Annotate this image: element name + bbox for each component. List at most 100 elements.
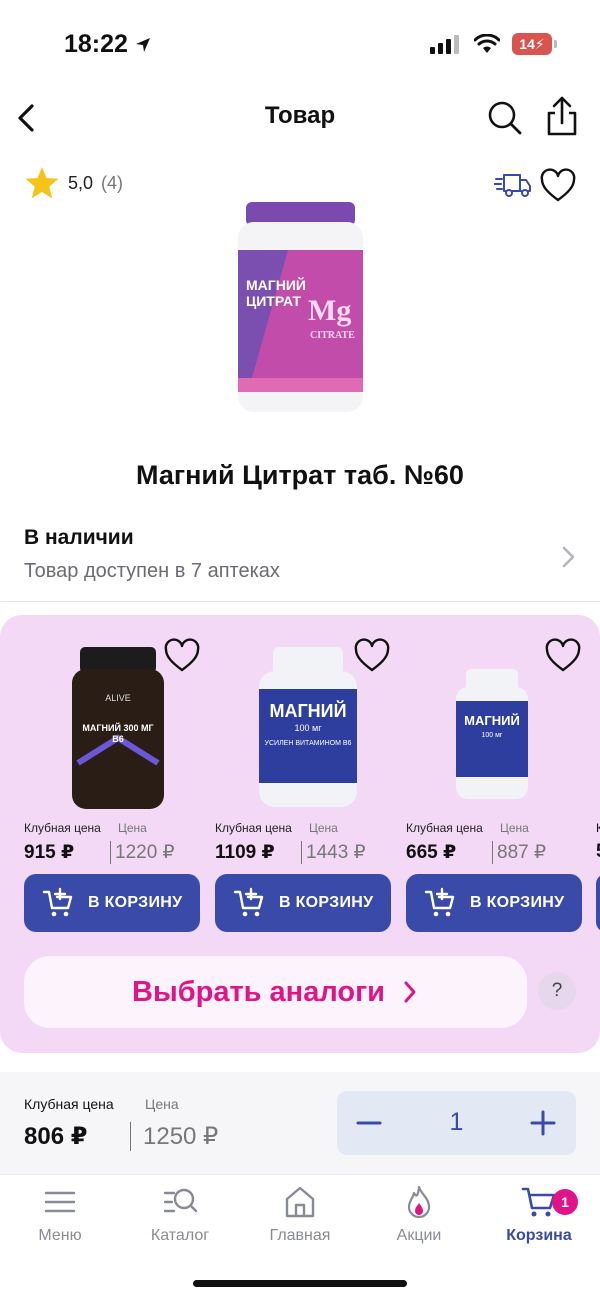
add-to-cart-label: В КОРЗИНУ xyxy=(470,894,565,911)
svg-text:МАГНИЙ: МАГНИЙ xyxy=(246,276,306,293)
availability-row[interactable]: В наличии Товар доступен в 7 аптеках xyxy=(0,520,600,602)
star-icon xyxy=(25,167,59,199)
reviews-count: (4) xyxy=(101,172,124,193)
product-title: Магний Цитрат таб. №60 xyxy=(136,460,464,490)
promo-flame-icon xyxy=(407,1185,431,1219)
svg-text:МАГНИЙ 300 МГ: МАГНИЙ 300 МГ xyxy=(82,722,153,733)
tab-cart[interactable]: Корзина 1 xyxy=(484,1185,594,1245)
price-row: 1109 ₽ 1443 ₽ xyxy=(215,841,395,864)
svg-text:МАГНИЙ: МАГНИЙ xyxy=(464,713,520,728)
add-to-cart-label: В КОРЗИНУ xyxy=(88,894,183,911)
cart-plus-icon xyxy=(424,887,455,917)
cart-badge: 1 xyxy=(552,1189,578,1215)
rating-value: 5,0 xyxy=(68,172,94,193)
svg-text:CITRATE: CITRATE xyxy=(310,330,355,341)
home-indicator[interactable] xyxy=(193,1280,407,1287)
add-to-cart-button[interactable]: В КОРЗИНУ xyxy=(24,874,200,932)
heart-icon[interactable] xyxy=(544,637,582,675)
share-button[interactable] xyxy=(542,94,582,140)
club-price-label: Клубная цена xyxy=(406,821,483,835)
delivery-truck-icon[interactable] xyxy=(494,170,532,200)
analog-product-image[interactable]: АLIVE МАГНИЙ 300 МГ B6 xyxy=(68,643,168,813)
regular-price-label: Цена xyxy=(118,821,147,835)
search-icon xyxy=(488,101,522,135)
svg-text:100 мг: 100 мг xyxy=(295,723,323,733)
regular-price-label: Цена xyxy=(145,1096,179,1112)
help-button[interactable]: ? xyxy=(538,972,576,1010)
battery-charging-icon: 14 ⚡ xyxy=(512,33,557,55)
club-price: 1109 ₽ xyxy=(215,842,275,863)
chevron-right-icon xyxy=(404,981,416,1003)
tab-home[interactable]: Главная xyxy=(245,1185,355,1245)
catalog-icon xyxy=(163,1188,198,1213)
availability-title: В наличии xyxy=(24,526,134,549)
add-to-cart-button[interactable]: В КОРЗИНУ xyxy=(215,874,391,932)
regular-price: 1250 ₽ xyxy=(130,1122,218,1151)
analog-product-image[interactable]: МАГНИЙ 100 мг xyxy=(452,667,532,803)
product-image[interactable]: МАГНИЙ ЦИТРАТ Mg CITRATE xyxy=(228,200,373,418)
club-price-label: Клубная цена xyxy=(215,821,292,835)
status-icons: 14 ⚡ xyxy=(430,33,557,55)
tab-label: Корзина xyxy=(506,1227,572,1244)
analog-card[interactable]: МАГНИЙ 100 мг УСИЛЕН ВИТАМИНОМ B6 Клубна… xyxy=(215,615,395,935)
price-row: 665 ₽ 887 ₽ xyxy=(406,841,586,864)
partial-card-label: К xyxy=(596,821,600,835)
heart-icon[interactable] xyxy=(539,167,577,205)
price-labels: Клубная цена Цена xyxy=(24,821,147,835)
heart-icon[interactable] xyxy=(353,637,391,675)
rating[interactable]: 5,0 (4) xyxy=(24,166,123,200)
tab-label: Каталог xyxy=(150,1227,210,1244)
regular-price-label: Цена xyxy=(309,821,338,835)
regular-price-label: Цена xyxy=(500,821,529,835)
tab-catalog[interactable]: Каталог xyxy=(125,1185,235,1245)
price-labels: Клубная цена Цена xyxy=(215,821,338,835)
regular-price: 1443 ₽ xyxy=(301,841,366,864)
club-price: 665 ₽ xyxy=(406,842,457,863)
svg-text:УСИЛЕН ВИТАМИНОМ B6: УСИЛЕН ВИТАМИНОМ B6 xyxy=(265,740,352,747)
tab-label: Акции xyxy=(396,1227,442,1244)
svg-text:АLIVE: АLIVE xyxy=(105,693,131,703)
club-price: 806 ₽ xyxy=(24,1123,88,1150)
price-labels: Клубная цена Цена xyxy=(24,1096,179,1112)
analogs-section: АLIVE МАГНИЙ 300 МГ B6 Клубная цена Цена… xyxy=(0,615,600,1053)
cart-plus-icon xyxy=(233,887,264,917)
partial-card-price: 5 xyxy=(596,841,600,863)
add-to-cart-label: В КОРЗИНУ xyxy=(279,894,374,911)
tab-menu[interactable]: Меню xyxy=(5,1185,115,1245)
club-price: 915 ₽ xyxy=(24,842,75,863)
share-icon xyxy=(547,96,577,136)
regular-price: 887 ₽ xyxy=(492,841,546,864)
availability-subtitle: Товар доступен в 7 аптеках xyxy=(24,560,280,582)
menu-icon xyxy=(44,1191,76,1213)
analog-card[interactable]: АLIVE МАГНИЙ 300 МГ B6 Клубная цена Цена… xyxy=(24,615,204,935)
status-time: 18:22 xyxy=(64,30,151,59)
choose-analogs-button[interactable]: Выбрать аналоги xyxy=(24,956,527,1028)
wifi-icon xyxy=(474,34,500,53)
header: Товар xyxy=(0,90,600,145)
club-price-label: Клубная цена xyxy=(24,821,101,835)
tab-promotions[interactable]: Акции xyxy=(364,1185,474,1245)
heart-icon[interactable] xyxy=(163,637,201,675)
tab-label: Главная xyxy=(269,1227,331,1244)
time-text: 18:22 xyxy=(64,30,128,58)
club-price-label: Клубная цена xyxy=(24,1096,114,1112)
location-arrow-icon xyxy=(135,38,150,52)
add-to-cart-button[interactable]: В КОРЗИНУ xyxy=(406,874,582,932)
cart-plus-icon xyxy=(42,887,73,917)
svg-text:МАГНИЙ: МАГНИЙ xyxy=(269,700,346,721)
quantity-stepper: 1 xyxy=(337,1091,576,1155)
svg-text:Mg: Mg xyxy=(308,294,351,327)
chevron-right-icon xyxy=(562,546,575,568)
partial-add-to-cart-button[interactable] xyxy=(596,874,600,932)
svg-text:B6: B6 xyxy=(112,734,124,744)
analog-card[interactable]: МАГНИЙ 100 мг Клубная цена Цена 665 ₽ 88… xyxy=(406,615,586,935)
price-row: 915 ₽ 1220 ₽ xyxy=(24,841,204,864)
tab-label: Меню xyxy=(38,1227,82,1244)
price-labels: Клубная цена Цена xyxy=(406,821,529,835)
battery-level: 14 xyxy=(519,36,535,52)
analog-product-image[interactable]: МАГНИЙ 100 мг УСИЛЕН ВИТАМИНОМ B6 xyxy=(253,643,363,813)
home-icon xyxy=(285,1186,315,1218)
buy-bar: Клубная цена Цена 806 ₽ 1250 ₽ 1 xyxy=(0,1072,600,1174)
plus-icon[interactable] xyxy=(525,1105,561,1141)
search-button[interactable] xyxy=(484,96,524,140)
